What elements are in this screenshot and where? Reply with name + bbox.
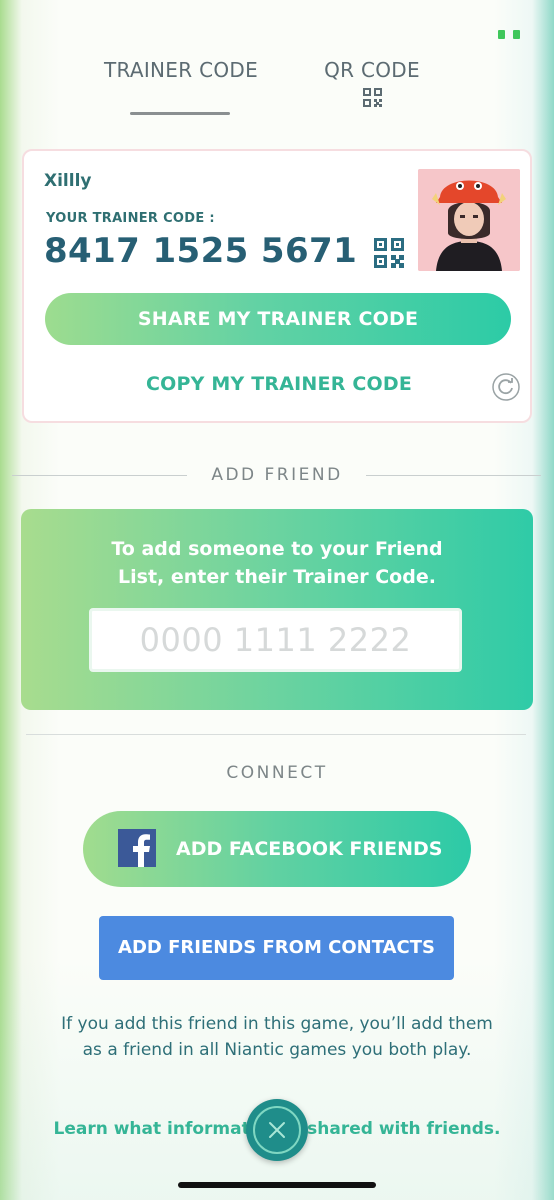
facebook-button-label: ADD FACEBOOK FRIENDS bbox=[176, 838, 443, 860]
trainer-code-card: Xillly YOUR TRAINER CODE : 8417 1525 567… bbox=[22, 149, 532, 423]
battery-icon bbox=[498, 28, 520, 40]
trainer-code-label: YOUR TRAINER CODE : bbox=[46, 211, 215, 226]
share-trainer-code-button[interactable]: SHARE MY TRAINER CODE bbox=[45, 293, 511, 345]
trainer-code-input[interactable] bbox=[89, 608, 462, 672]
qr-code-icon[interactable] bbox=[374, 238, 404, 268]
tab-trainer-code-label: TRAINER CODE bbox=[103, 58, 259, 82]
refresh-icon[interactable] bbox=[492, 373, 520, 401]
copy-trainer-code-button[interactable]: COPY MY TRAINER CODE bbox=[24, 373, 534, 395]
facebook-icon bbox=[118, 829, 156, 867]
connect-title: CONNECT bbox=[226, 763, 328, 783]
close-icon bbox=[269, 1122, 285, 1138]
add-friend-instructions: To add someone to your Friend List, ente… bbox=[111, 538, 443, 588]
divider-connect bbox=[26, 734, 526, 735]
tab-qr-code[interactable]: QR CODE bbox=[310, 56, 434, 116]
home-indicator bbox=[178, 1182, 376, 1188]
active-tab-indicator bbox=[130, 112, 230, 115]
close-ring bbox=[253, 1106, 301, 1154]
add-friend-panel: To add someone to your Friend List, ente… bbox=[21, 509, 533, 710]
trainer-code-value: 8417 1525 5671 bbox=[44, 231, 358, 271]
add-facebook-friends-button[interactable]: ADD FACEBOOK FRIENDS bbox=[83, 811, 471, 887]
divider-right bbox=[366, 475, 541, 476]
niantic-friend-info: If you add this friend in this game, you… bbox=[61, 1014, 493, 1060]
tab-trainer-code[interactable]: TRAINER CODE bbox=[96, 56, 266, 116]
qr-code-icon bbox=[362, 88, 382, 107]
avatar bbox=[418, 169, 520, 271]
add-contacts-friends-button[interactable]: ADD FRIENDS FROM CONTACTS bbox=[99, 916, 454, 980]
tab-bar: TRAINER CODE QR CODE bbox=[0, 56, 554, 120]
tab-qr-code-label: QR CODE bbox=[324, 58, 420, 82]
close-button[interactable] bbox=[246, 1099, 308, 1161]
username: Xillly bbox=[44, 171, 92, 191]
